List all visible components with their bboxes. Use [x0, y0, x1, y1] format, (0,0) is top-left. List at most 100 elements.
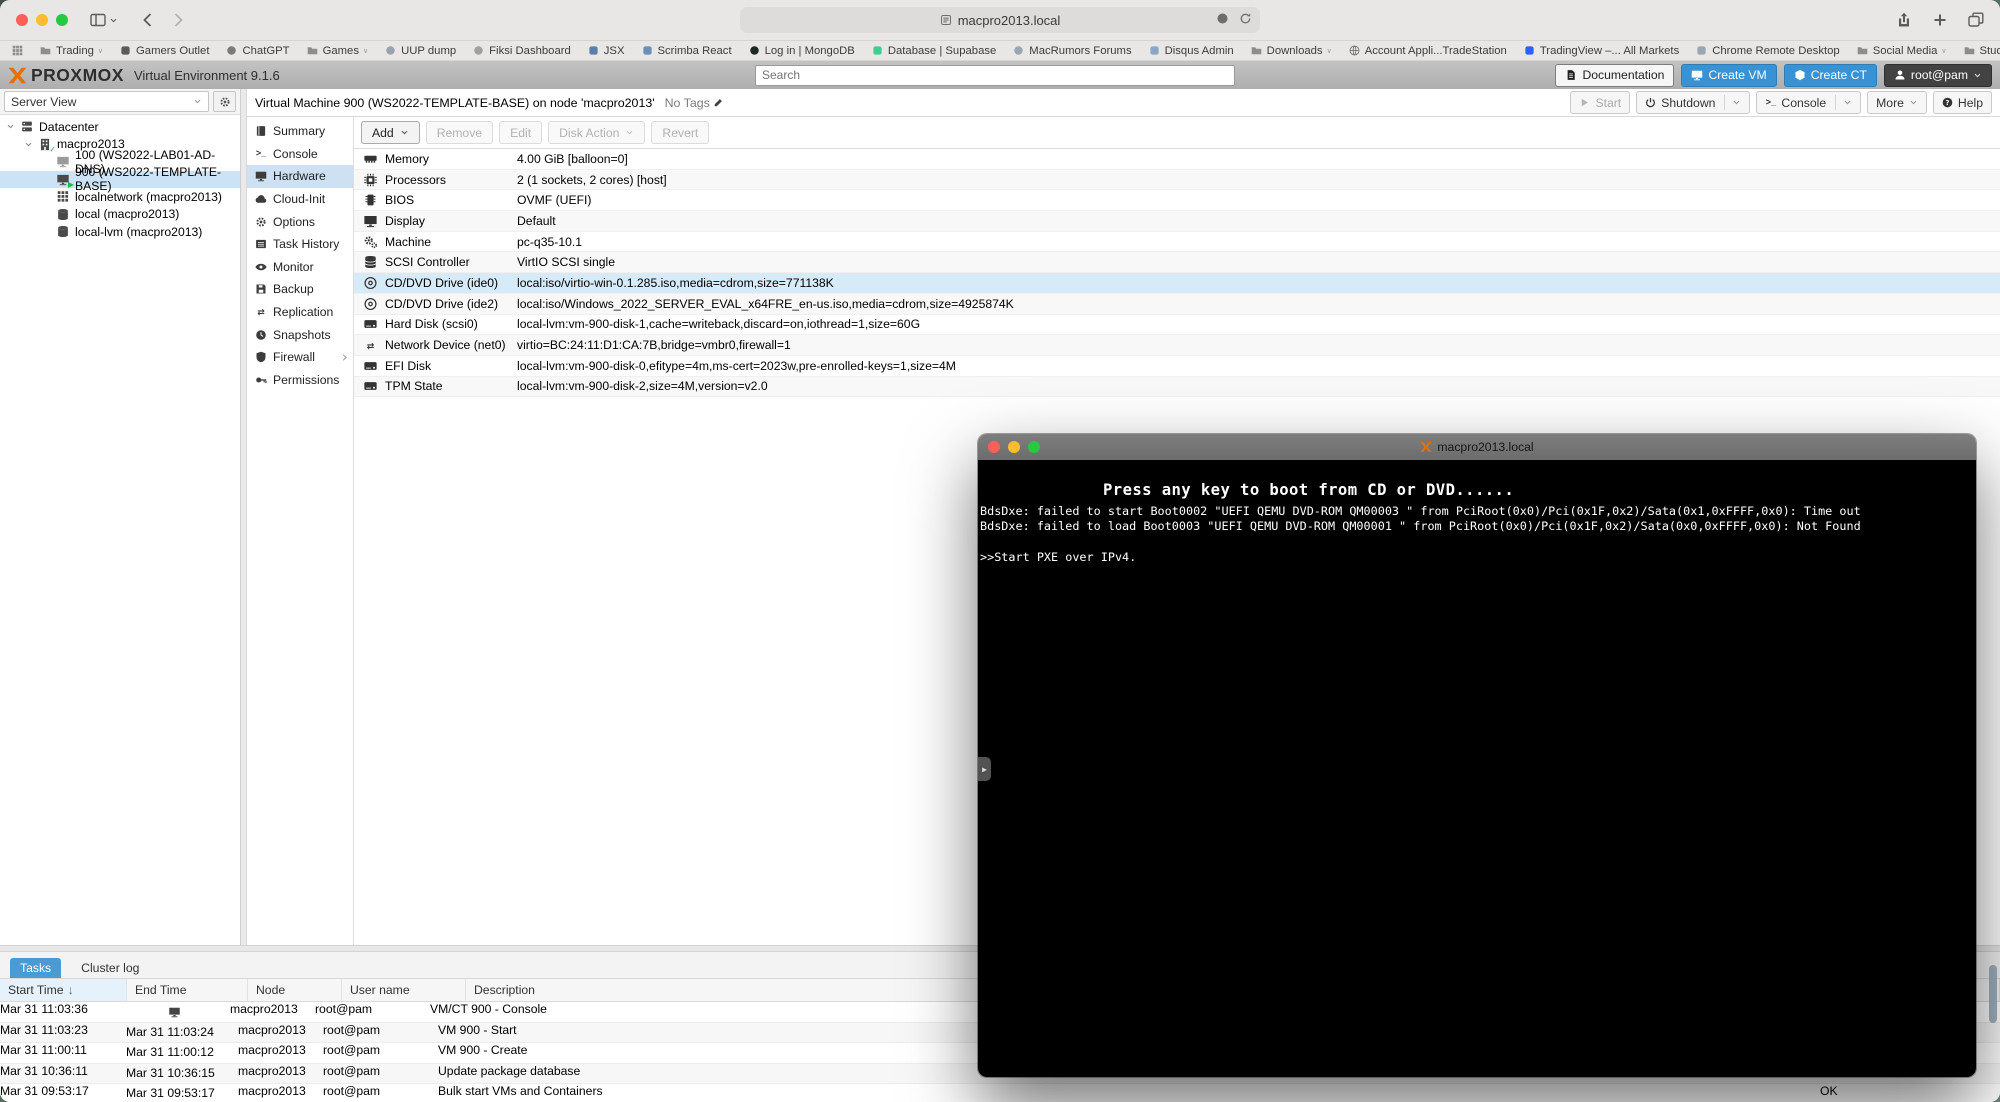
bookmark-label: Database | Supabase: [888, 45, 996, 57]
tab-cluster-log[interactable]: Cluster log: [71, 958, 149, 978]
tab-replication[interactable]: ⇄Replication: [247, 301, 353, 324]
bookmark-item[interactable]: TradingView –... All Markets: [1524, 45, 1679, 57]
tab-console[interactable]: >_Console: [247, 143, 353, 166]
task-start-time: Mar 31 11:03:36: [0, 1002, 118, 1022]
tree-item[interactable]: ▶900 (WS2022-TEMPLATE-BASE): [0, 171, 240, 189]
bookmark-label: TradingView –... All Markets: [1540, 45, 1679, 57]
tab-cloud-init[interactable]: Cloud-Init: [247, 188, 353, 211]
question-icon: ?: [1942, 97, 1953, 108]
tags-editor[interactable]: No Tags: [665, 96, 724, 110]
add-button[interactable]: Add: [361, 121, 420, 144]
tab-permissions[interactable]: Permissions: [247, 369, 353, 392]
tab-hardware[interactable]: Hardware: [247, 165, 353, 188]
back-button[interactable]: [140, 12, 156, 28]
hardware-row[interactable]: Processors2 (1 sockets, 2 cores) [host]: [354, 170, 2000, 191]
tab-overview-icon[interactable]: [1968, 12, 1984, 28]
column-header[interactable]: User name: [342, 979, 466, 1001]
hardware-row[interactable]: SCSI ControllerVirtIO SCSI single: [354, 252, 2000, 273]
bookmark-item[interactable]: Account Appli...TradeStation: [1349, 45, 1507, 57]
hardware-row[interactable]: TPM Statelocal-lvm:vm-900-disk-2,size=4M…: [354, 377, 2000, 398]
bookmark-item[interactable]: Scrimba React: [642, 45, 732, 57]
hardware-row[interactable]: Hard Disk (scsi0)local-lvm:vm-900-disk-1…: [354, 315, 2000, 336]
reload-icon[interactable]: [1239, 12, 1252, 25]
bookmark-item[interactable]: [12, 45, 23, 56]
cube-icon: [1794, 69, 1806, 81]
documentation-button[interactable]: Documentation: [1555, 64, 1674, 87]
tab-monitor[interactable]: Monitor: [247, 256, 353, 279]
forward-button[interactable]: [170, 12, 186, 28]
bookmark-item[interactable]: Games∨: [307, 45, 369, 57]
task-start-time: Mar 31 11:00:11: [0, 1043, 118, 1063]
new-tab-icon[interactable]: [1932, 12, 1948, 28]
tree-item[interactable]: Datacenter: [0, 118, 240, 136]
hardware-row[interactable]: Memory4.00 GiB [balloon=0]: [354, 149, 2000, 170]
hardware-row[interactable]: EFI Disklocal-lvm:vm-900-disk-0,efitype=…: [354, 356, 2000, 377]
create-ct-button[interactable]: Create CT: [1784, 64, 1877, 87]
tab-options[interactable]: Options: [247, 210, 353, 233]
console-screen[interactable]: Press any key to boot from CD or DVD....…: [978, 460, 1976, 1077]
bookmark-item[interactable]: MacRumors Forums: [1013, 45, 1131, 57]
tab-firewall[interactable]: Firewall: [247, 346, 353, 369]
share-icon[interactable]: [1896, 12, 1912, 28]
console-button[interactable]: >_Console: [1756, 91, 1861, 114]
hardware-row[interactable]: CD/DVD Drive (ide2)local:iso/Windows_202…: [354, 294, 2000, 315]
help-button[interactable]: ?Help: [1933, 91, 1992, 114]
tab-snapshots[interactable]: Snapshots: [247, 323, 353, 346]
tree-settings-button[interactable]: [213, 91, 236, 112]
create-vm-button[interactable]: Create VM: [1681, 64, 1776, 87]
scrollbar-thumb[interactable]: [1989, 965, 1997, 1023]
console-minimize-button[interactable]: [1008, 441, 1020, 453]
hardware-row[interactable]: BIOSOVMF (UEFI): [354, 190, 2000, 211]
zoom-window-button[interactable]: [56, 14, 68, 26]
user-menu-button[interactable]: root@pam: [1884, 64, 1992, 87]
close-window-button[interactable]: [16, 14, 28, 26]
console-zoom-button[interactable]: [1028, 441, 1040, 453]
website-settings-icon[interactable]: [1216, 12, 1229, 25]
bookmark-item[interactable]: Fiksi Dashboard: [473, 45, 571, 57]
bookmark-item[interactable]: Studie∨: [1964, 45, 2000, 57]
tab-backup[interactable]: Backup: [247, 278, 353, 301]
tree-item[interactable]: localnetwork (macpro2013): [0, 188, 240, 206]
address-bar[interactable]: macpro2013.local: [740, 7, 1260, 33]
sidebar-toggle-button[interactable]: [90, 12, 118, 28]
search-input[interactable]: [755, 65, 1235, 86]
bookmark-item[interactable]: Log in | MongoDB: [749, 45, 855, 57]
bookmark-item[interactable]: UUP dump: [385, 45, 456, 57]
site-icon: [120, 45, 131, 56]
minimize-window-button[interactable]: [36, 14, 48, 26]
button-divider: [1835, 95, 1836, 110]
tab-tasks[interactable]: Tasks: [10, 958, 61, 978]
column-header[interactable]: Start Time↓: [0, 979, 127, 1001]
column-header[interactable]: End Time: [127, 979, 248, 1001]
bookmark-item[interactable]: Trading∨: [40, 45, 103, 57]
hardware-row[interactable]: ⇄Network Device (net0)virtio=BC:24:11:D1…: [354, 335, 2000, 356]
bookmark-item[interactable]: ChatGPT: [226, 45, 289, 57]
ram-icon: [363, 152, 378, 166]
column-header[interactable]: Node: [248, 979, 342, 1001]
folder-icon: [40, 45, 51, 56]
novnc-control-handle[interactable]: ▶: [978, 757, 991, 781]
tree-item[interactable]: local (macpro2013): [0, 206, 240, 224]
bookmark-item[interactable]: Disqus Admin: [1149, 45, 1234, 57]
bookmark-item[interactable]: Database | Supabase: [872, 45, 996, 57]
bookmark-item[interactable]: Chrome Remote Desktop: [1696, 45, 1839, 57]
tab-task-history[interactable]: Task History: [247, 233, 353, 256]
bookmark-item[interactable]: JSX: [588, 45, 625, 57]
bookmark-item[interactable]: Gamers Outlet: [120, 45, 209, 57]
bookmark-item[interactable]: Downloads∨: [1251, 45, 1332, 57]
console-titlebar[interactable]: macpro2013.local: [978, 434, 1976, 460]
tree-item[interactable]: local-lvm (macpro2013): [0, 223, 240, 241]
hardware-row[interactable]: CD/DVD Drive (ide0)local:iso/virtio-win-…: [354, 273, 2000, 294]
device-name: CD/DVD Drive (ide0): [385, 276, 517, 290]
more-button[interactable]: More: [1867, 91, 1927, 114]
tab-summary[interactable]: Summary: [247, 120, 353, 143]
table-row[interactable]: Mar 31 09:53:17Mar 31 09:53:17macpro2013…: [0, 1084, 2000, 1102]
bookmark-item[interactable]: Social Media∨: [1857, 45, 1947, 57]
menu-item-label: Task History: [273, 237, 339, 251]
view-selector[interactable]: Server View: [4, 91, 209, 112]
console-close-button[interactable]: [988, 441, 1000, 453]
hardware-row[interactable]: DisplayDefault: [354, 211, 2000, 232]
task-start-time: Mar 31 09:53:17: [0, 1084, 118, 1102]
shutdown-button[interactable]: Shutdown: [1636, 91, 1750, 114]
hardware-row[interactable]: Machinepc-q35-10.1: [354, 232, 2000, 253]
